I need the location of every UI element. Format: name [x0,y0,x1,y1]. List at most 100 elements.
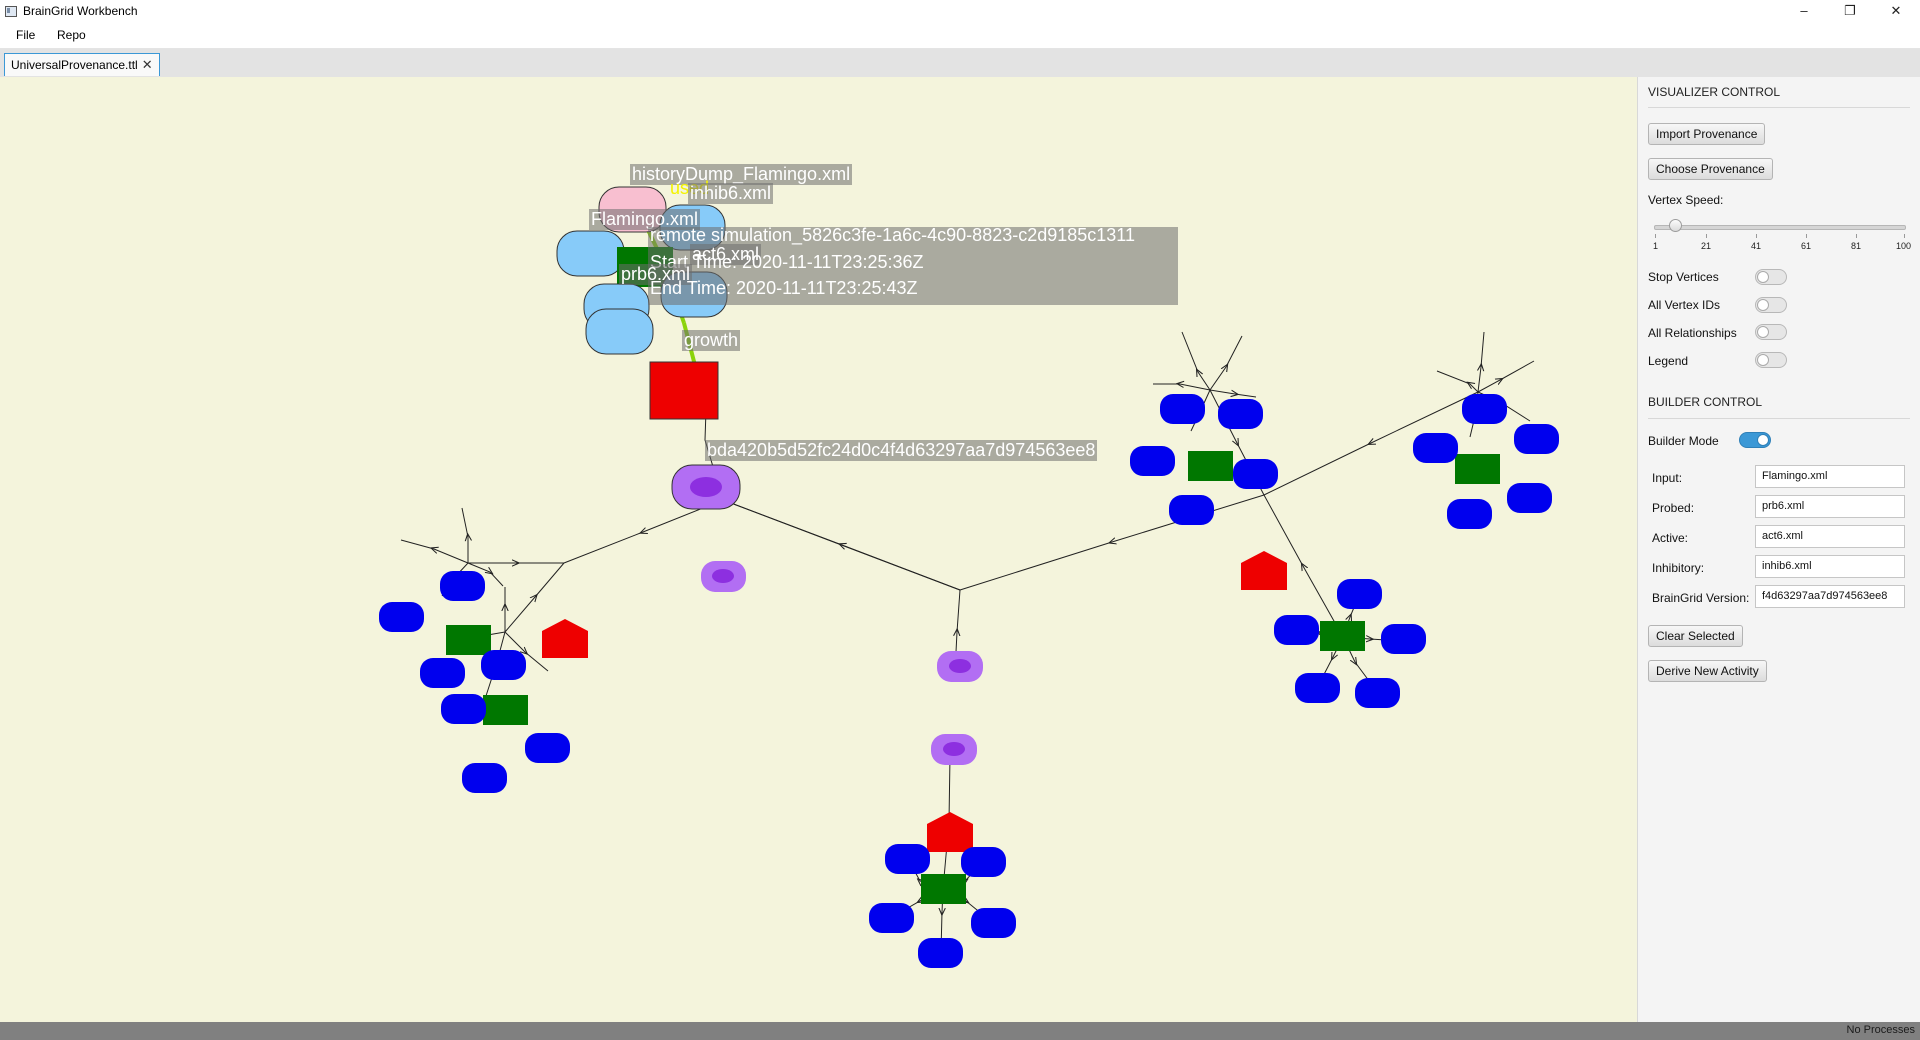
menu-file[interactable]: File [16,28,35,42]
divider [1648,107,1910,108]
agent-node[interactable] [927,812,973,852]
label-remote-simulation: remote simulation_5826c3fe-1a6c-4c90-882… [650,225,1135,245]
all-relationships-toggle[interactable] [1755,324,1787,340]
entity-node[interactable] [1160,394,1205,424]
slider-tick-label: 100 [1896,241,1912,251]
edge [1153,384,1211,391]
entity-node[interactable] [1381,624,1426,654]
entity-node[interactable] [1507,483,1552,513]
label-history-dump: historyDump_Flamingo.xml [630,164,853,185]
tab-label: UniversalProvenance.ttl [11,58,138,72]
entity-node[interactable] [918,938,963,968]
activity-node[interactable] [1320,621,1365,651]
choose-provenance-button[interactable]: Choose Provenance [1648,158,1773,180]
probed-field[interactable]: prb6.xml [1755,495,1905,518]
agent-node[interactable] [649,361,719,420]
builder-control-title: BUILDER CONTROL [1648,395,1763,409]
inhibitory-label: Inhibitory: [1652,561,1705,575]
edge [1209,389,1257,398]
slider-tick-label: 21 [1701,241,1712,251]
edge [400,539,469,564]
entity-node[interactable] [525,733,570,763]
entity-node[interactable] [462,763,507,793]
vertex-speed-slider[interactable] [1669,219,1682,232]
entity-node[interactable] [1355,678,1400,708]
label-growth: growth [682,330,741,351]
derive-new-activity-button[interactable]: Derive New Activity [1648,660,1767,682]
tab-close-icon[interactable]: ✕ [142,57,153,73]
entity-node[interactable] [869,903,914,933]
legend-toggle[interactable] [1755,352,1787,368]
menu-repo[interactable]: Repo [57,28,86,42]
slider-tick [1806,234,1807,238]
toggle-knob [1757,354,1769,366]
maximize-button[interactable]: ❐ [1827,0,1873,25]
entity-node[interactable] [379,602,424,632]
import-provenance-button[interactable]: Import Provenance [1648,123,1766,145]
all-relationships-label: All Relationships [1648,326,1737,340]
active-label: Active: [1652,531,1689,545]
builder-mode-toggle[interactable] [1739,432,1771,448]
edge [959,494,1265,591]
entity-node[interactable] [556,230,625,277]
entity-node[interactable] [440,571,485,601]
commit-node-core [943,742,965,756]
toggle-knob [1757,326,1769,338]
entity-node[interactable] [1447,499,1492,529]
entity-node[interactable] [1337,579,1382,609]
toggle-knob [1757,434,1769,446]
entity-node[interactable] [420,658,465,688]
braingrid-version-field[interactable]: f4d63297aa7d974563ee8 [1755,585,1905,608]
title-bar: BrainGrid Workbench – ❐ ✕ [0,0,1920,25]
slider-tick [1856,234,1857,238]
entity-node[interactable] [1295,673,1340,703]
all-vertex-ids-toggle[interactable] [1755,297,1787,313]
activity-node[interactable] [1188,451,1233,481]
entity-node[interactable] [1514,424,1559,454]
label-end-time: End Time: 2020-11-11T23:25:43Z [650,278,918,298]
all-vertex-ids-label: All Vertex IDs [1648,298,1721,312]
entity-node[interactable] [1274,615,1319,645]
entity-node[interactable] [441,694,486,724]
commit-node-core [712,569,734,583]
probed-label: Probed: [1652,501,1695,515]
tab-universal-provenance[interactable]: UniversalProvenance.ttl ✕ [4,53,160,76]
entity-node[interactable] [1130,446,1175,476]
entity-node[interactable] [971,908,1016,938]
stop-vertices-label: Stop Vertices [1648,270,1719,284]
inhibitory-field[interactable]: inhib6.xml [1755,555,1905,578]
entity-node[interactable] [961,847,1006,877]
activity-node[interactable] [1455,454,1500,484]
entity-node[interactable] [1462,394,1507,424]
agent-node[interactable] [542,619,588,658]
entity-node[interactable] [1413,433,1458,463]
braingrid-version-label: BrainGrid Version: [1652,591,1750,605]
active-field[interactable]: act6.xml [1755,525,1905,548]
activity-node[interactable] [446,625,491,655]
activity-node[interactable] [921,874,966,904]
entity-node[interactable] [1218,399,1263,429]
entity-node[interactable] [1169,495,1214,525]
minimize-button[interactable]: – [1781,0,1827,25]
status-bar: No Processes [0,1022,1920,1040]
entity-node[interactable] [1233,459,1278,489]
entity-node[interactable] [481,650,526,680]
agent-node[interactable] [1241,551,1287,590]
slider-tick [1655,234,1656,238]
graph-canvas[interactable]: historyDump_Flamingo.xml used inhib6.xml… [0,77,1637,1022]
entity-node[interactable] [585,308,654,355]
commit-node-core [690,477,722,497]
input-field[interactable]: Flamingo.xml [1755,465,1905,488]
clear-selected-button[interactable]: Clear Selected [1648,625,1743,647]
vertex-speed-track[interactable] [1654,225,1906,230]
provenance-graph[interactable] [0,77,1637,1022]
slider-tick [1706,234,1707,238]
entity-node[interactable] [885,844,930,874]
label-inhib: inhib6.xml [688,183,774,204]
control-panel: VISUALIZER CONTROL Import Provenance Cho… [1637,77,1920,1022]
builder-mode-label: Builder Mode [1648,434,1719,448]
activity-node[interactable] [483,695,528,725]
close-window-button[interactable]: ✕ [1873,0,1919,25]
stop-vertices-toggle[interactable] [1755,269,1787,285]
visualizer-control-title: VISUALIZER CONTROL [1648,85,1781,99]
